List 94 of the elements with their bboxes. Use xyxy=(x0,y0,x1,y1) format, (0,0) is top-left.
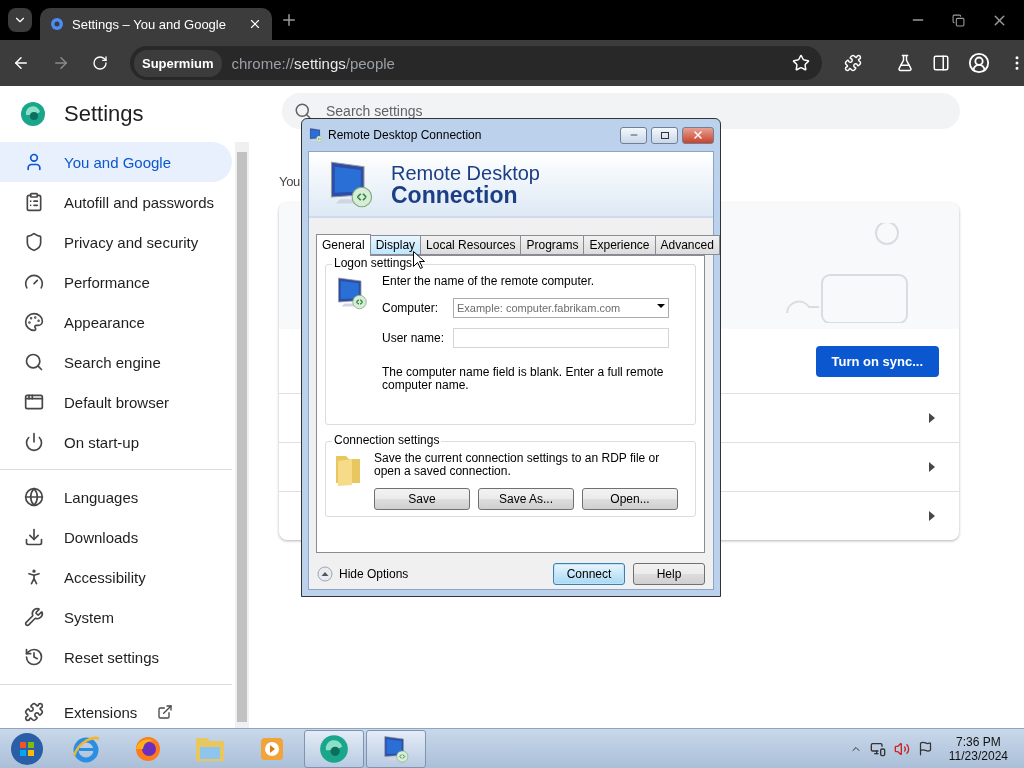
puzzle-icon xyxy=(24,702,44,722)
nav-item[interactable]: Default browser xyxy=(0,382,232,422)
gauge-icon xyxy=(24,272,44,292)
volume-muted-icon[interactable] xyxy=(893,740,910,757)
browser-window-icon xyxy=(24,392,44,412)
side-panel-icon[interactable] xyxy=(932,54,950,72)
group-legend: Connection settings xyxy=(332,433,442,447)
connection-text: Save the current connection settings to an RDP file or open a saved connection. xyxy=(374,452,661,478)
nav-item[interactable]: Search engine xyxy=(0,342,232,382)
banner-title: Connection xyxy=(391,184,518,206)
download-icon xyxy=(24,527,44,547)
nav-item[interactable]: Languages xyxy=(0,477,232,517)
address-bar[interactable]: Supermium chrome://settings/people xyxy=(130,46,822,80)
search-icon xyxy=(294,102,312,120)
dialog-tab[interactable]: Local Resources xyxy=(420,235,522,255)
dialog-button[interactable]: Help xyxy=(633,563,705,585)
restore-icon[interactable] xyxy=(952,11,965,29)
power-icon xyxy=(24,432,44,452)
browser-tab[interactable]: Settings – You and Google xyxy=(40,8,272,40)
tab-title: Settings – You and Google xyxy=(72,16,227,32)
field-label: User name: xyxy=(382,331,446,345)
reload-icon[interactable] xyxy=(92,55,108,71)
nav-item[interactable]: Extensions xyxy=(0,692,232,728)
nav-item[interactable]: Accessibility xyxy=(0,557,232,597)
page-title: Settings xyxy=(64,101,144,127)
start-orb-icon xyxy=(10,731,44,766)
shield-icon xyxy=(24,232,44,252)
hide-options-button[interactable]: Hide Options xyxy=(317,566,409,582)
nav-item[interactable]: Privacy and security xyxy=(0,222,232,262)
network-icon[interactable] xyxy=(869,740,886,757)
nav-item[interactable]: On start-up xyxy=(0,422,232,462)
url-text: chrome://settings/people xyxy=(231,54,396,72)
nav-item[interactable]: Autofill and passwords xyxy=(0,182,232,222)
dialog-tab[interactable]: Display xyxy=(369,235,422,255)
dialog-tab[interactable]: Experience xyxy=(583,235,656,255)
clock[interactable]: 7:36 PM 11/23/2024 xyxy=(948,734,1008,763)
browser-logo-icon xyxy=(20,101,46,127)
arrow-right-icon[interactable] xyxy=(929,462,935,472)
dialog-tab[interactable]: Programs xyxy=(520,235,585,255)
section-heading: You xyxy=(279,174,301,189)
scrollbar[interactable] xyxy=(235,142,249,728)
profile-icon[interactable] xyxy=(968,52,990,74)
puzzle-icon[interactable] xyxy=(844,54,862,72)
turn-on-sync-button[interactable]: Turn on sync... xyxy=(815,345,939,377)
minimize-button[interactable] xyxy=(620,126,647,144)
dropdown-arrow-icon[interactable] xyxy=(657,304,665,308)
field-label: Computer: xyxy=(382,301,440,315)
note-text: The computer name field is blank. Enter a full remote computer name. xyxy=(382,366,665,394)
instruction-text: Enter the name of the remote computer. xyxy=(382,275,596,288)
nav-item[interactable]: Downloads xyxy=(0,517,232,557)
user-name-field[interactable] xyxy=(453,328,669,348)
dialog-tab[interactable]: General xyxy=(316,234,371,256)
dialog-button[interactable]: Save xyxy=(374,488,470,510)
flask-icon[interactable] xyxy=(896,54,914,72)
person-icon xyxy=(24,152,44,172)
close-tab-icon[interactable] xyxy=(248,17,262,31)
clipboard-icon xyxy=(24,192,44,212)
taskbar-app-button[interactable] xyxy=(366,729,426,768)
dialog-button[interactable]: Connect xyxy=(553,563,625,585)
flag-icon[interactable] xyxy=(917,741,933,756)
group-legend: Logon settings xyxy=(332,256,415,270)
remote-desktop-icon xyxy=(308,127,324,143)
nav-item[interactable]: Appearance xyxy=(0,302,232,342)
maximize-icon xyxy=(660,131,669,139)
arrow-right-icon[interactable] xyxy=(929,413,935,423)
history-icon xyxy=(24,647,44,667)
close-icon xyxy=(692,129,704,141)
wrench-icon xyxy=(24,607,44,627)
computer-combo-box[interactable]: Example: computer.fabrikam.com xyxy=(453,298,669,318)
maximize-button[interactable] xyxy=(651,126,678,144)
site-badge: Supermium xyxy=(134,49,222,77)
dialog-tab[interactable]: Advanced xyxy=(654,235,720,255)
nav-item[interactable]: System xyxy=(0,597,232,637)
search-icon xyxy=(24,352,44,372)
tab-list-button[interactable] xyxy=(8,8,32,32)
nav-item[interactable]: Performance xyxy=(0,262,232,302)
bookmark-star-icon[interactable] xyxy=(792,54,810,72)
dialog-button[interactable]: Save As... xyxy=(478,488,574,510)
forward-icon[interactable] xyxy=(52,54,70,72)
banner-title: Remote Desktop xyxy=(391,162,540,184)
nav-item[interactable]: You and Google xyxy=(0,142,232,182)
browser-logo-icon xyxy=(319,733,349,764)
back-icon[interactable] xyxy=(12,54,30,72)
close-button[interactable] xyxy=(682,126,714,144)
new-tab-icon[interactable] xyxy=(280,11,298,29)
dialog-title: Remote Desktop Connection xyxy=(328,128,483,142)
nav-item[interactable]: Reset settings xyxy=(0,637,232,677)
palette-icon xyxy=(24,312,44,332)
dialog-button[interactable]: Open... xyxy=(582,488,678,510)
remote-desktop-icon xyxy=(381,733,411,764)
globe-icon xyxy=(24,487,44,507)
arrow-right-icon[interactable] xyxy=(929,511,935,521)
taskbar-app-button[interactable] xyxy=(304,729,364,768)
collapse-icon xyxy=(317,566,333,582)
